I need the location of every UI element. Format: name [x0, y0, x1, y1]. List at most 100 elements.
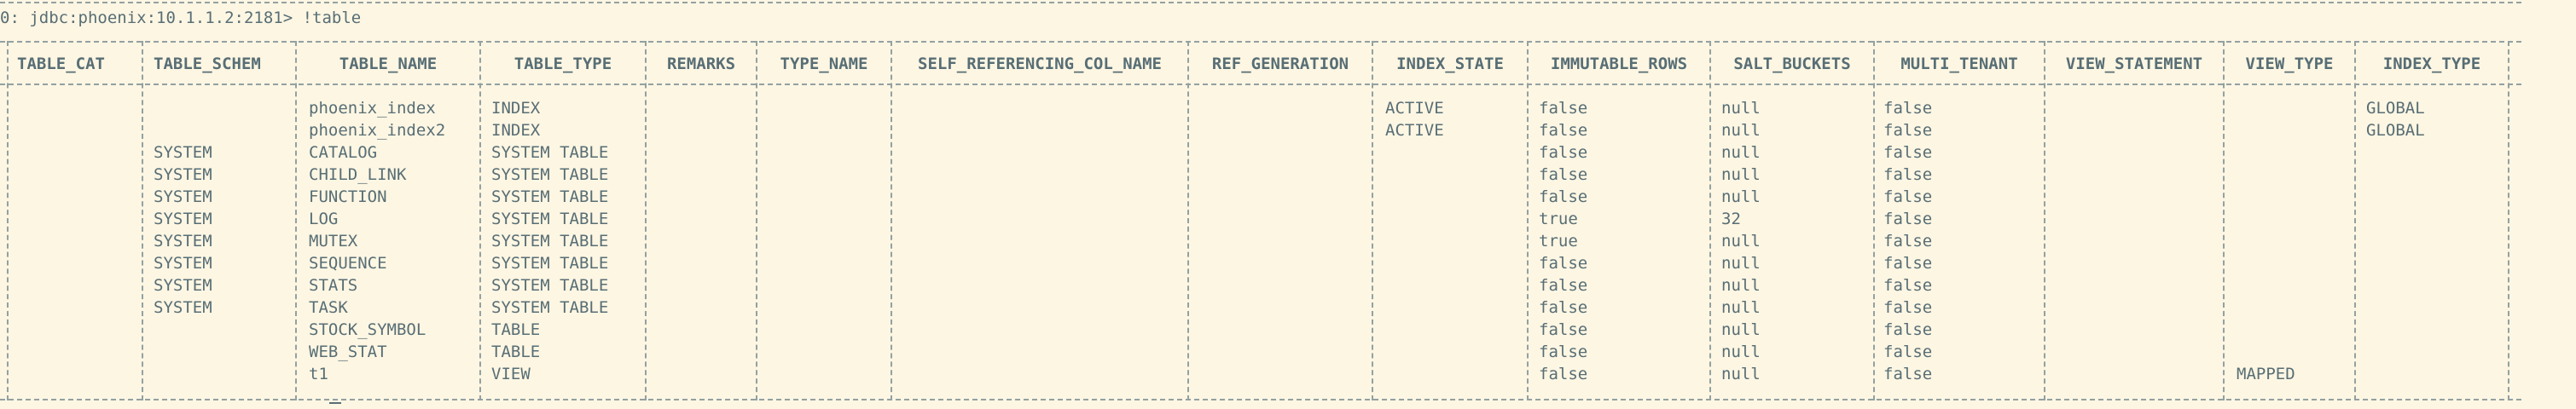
table-cell: false: [1539, 99, 1588, 118]
table-cell: GLOBAL: [2366, 121, 2425, 140]
table-cell: LOG: [309, 210, 339, 228]
table-cell: phoenix_index: [309, 99, 436, 118]
table-cell: t1: [309, 365, 328, 383]
table-cell: false: [1883, 365, 1933, 383]
table-row: phoenix_index2 INDEX ACTIVE false null false G…: [0, 119, 2521, 141]
top-dashed-border: [0, 2, 2521, 3]
table-cell: SYSTEM: [154, 254, 212, 273]
table-row: t1 VIEW false null false MAPPED: [0, 363, 2521, 385]
table-cell: WEB_STAT: [309, 343, 387, 361]
table-cell: false: [1883, 298, 1933, 317]
result-table: TABLE_CAT TABLE_SCHEM TABLE_NAME TABLE_TYPE…: [0, 2, 2521, 402]
header-separator: [0, 84, 2521, 85]
terminal-cursor: [329, 402, 341, 404]
table-cell: SYSTEM TABLE: [491, 165, 609, 184]
table-cell: null: [1721, 343, 1761, 361]
table-cell: SYSTEM: [154, 298, 212, 317]
table-cell: false: [1883, 276, 1933, 295]
table-cell: false: [1883, 165, 1933, 184]
table-bottom-border: [0, 399, 2521, 400]
table-body: phoenix_index INDEX ACTIVE false null false GL…: [0, 97, 2521, 385]
table-cell: false: [1539, 365, 1588, 383]
column-header-table-type: TABLE_TYPE: [513, 55, 612, 73]
table-cell: SYSTEM: [154, 165, 212, 184]
table-cell: MUTEX: [309, 232, 358, 251]
column-header-view-statement: VIEW_STATEMENT: [2065, 55, 2203, 73]
table-cell: false: [1539, 121, 1588, 140]
table-cell: false: [1883, 210, 1933, 228]
table-cell: VIEW: [491, 365, 531, 383]
table-cell: false: [1539, 143, 1588, 162]
table-cell: false: [1539, 298, 1588, 317]
table-row: SYSTEM CATALOG SYSTEM TABLE false null false: [0, 141, 2521, 164]
column-header-table-schem: TABLE_SCHEM: [154, 55, 261, 73]
command-prompt-line: 0: jdbc:phoenix:10.1.1.2:2181> !table: [0, 9, 362, 27]
table-cell: false: [1539, 254, 1588, 273]
table-cell: false: [1883, 232, 1933, 251]
table-cell: false: [1883, 343, 1933, 361]
table-cell: MAPPED: [2237, 365, 2295, 383]
table-cell: SYSTEM: [154, 210, 212, 228]
table-cell: ACTIVE: [1385, 121, 1444, 140]
table-cell: SYSTEM: [154, 232, 212, 251]
table-cell: INDEX: [491, 99, 541, 118]
column-header-type-name: TYPE_NAME: [780, 55, 868, 73]
column-header-index-type: INDEX_TYPE: [2382, 55, 2481, 73]
column-header-index-state: INDEX_STATE: [1396, 55, 1504, 73]
table-cell: SYSTEM TABLE: [491, 254, 609, 273]
table-cell: SYSTEM TABLE: [491, 232, 609, 251]
column-header-self-referencing-col-name: SELF_REFERENCING_COL_NAME: [918, 55, 1162, 73]
terminal-window[interactable]: 0: jdbc:phoenix:10.1.1.2:2181> !table TA…: [0, 0, 2576, 409]
table-cell: SEQUENCE: [309, 254, 387, 273]
table-row: SYSTEM STATS SYSTEM TABLE false null false: [0, 274, 2521, 297]
table-cell: null: [1721, 298, 1761, 317]
table-cell: SYSTEM TABLE: [491, 210, 609, 228]
table-cell: null: [1721, 99, 1761, 118]
table-cell: false: [1883, 187, 1933, 206]
table-cell: null: [1721, 187, 1761, 206]
column-header-view-type: VIEW_TYPE: [2245, 55, 2334, 73]
table-row: SYSTEM CHILD_LINK SYSTEM TABLE false null fal…: [0, 164, 2521, 186]
column-header-table-cat: TABLE_CAT: [17, 55, 105, 73]
table-row: STOCK_SYMBOL TABLE false null false: [0, 319, 2521, 341]
table-cell: STATS: [309, 276, 358, 295]
table-cell: SYSTEM: [154, 187, 212, 206]
table-cell: null: [1721, 254, 1761, 273]
table-cell: null: [1721, 121, 1761, 140]
table-cell: true: [1539, 232, 1578, 251]
table-cell: CHILD_LINK: [309, 165, 407, 184]
table-cell: true: [1539, 210, 1578, 228]
table-cell: false: [1883, 320, 1933, 339]
table-cell: false: [1539, 187, 1588, 206]
table-cell: TABLE: [491, 343, 541, 361]
table-cell: ACTIVE: [1385, 99, 1444, 118]
table-cell: false: [1539, 276, 1588, 295]
table-cell: null: [1721, 232, 1761, 251]
table-cell: null: [1721, 365, 1761, 383]
table-row: SYSTEM TASK SYSTEM TABLE false null false: [0, 297, 2521, 319]
table-row: SYSTEM FUNCTION SYSTEM TABLE false null false: [0, 186, 2521, 208]
column-header-ref-generation: REF_GENERATION: [1211, 55, 1349, 73]
table-cell: INDEX: [491, 121, 541, 140]
table-cell: GLOBAL: [2366, 99, 2425, 118]
table-row: SYSTEM LOG SYSTEM TABLE true 32 false: [0, 208, 2521, 230]
table-cell: SYSTEM: [154, 276, 212, 295]
table-cell: 32: [1721, 210, 1741, 228]
table-cell: TASK: [309, 298, 348, 317]
table-cell: SYSTEM TABLE: [491, 187, 609, 206]
table-row: phoenix_index INDEX ACTIVE false null false GL…: [0, 97, 2521, 119]
table-cell: null: [1721, 165, 1761, 184]
table-cell: SYSTEM TABLE: [491, 298, 609, 317]
table-cell: false: [1539, 165, 1588, 184]
table-cell: false: [1883, 254, 1933, 273]
table-cell: TABLE: [491, 320, 541, 339]
column-header-remarks: REMARKS: [666, 55, 736, 73]
column-header-salt-buckets: SALT_BUCKETS: [1733, 55, 1851, 73]
table-cell: null: [1721, 320, 1761, 339]
table-cell: STOCK_SYMBOL: [309, 320, 426, 339]
table-cell: false: [1539, 320, 1588, 339]
table-cell: false: [1539, 343, 1588, 361]
table-cell: null: [1721, 276, 1761, 295]
table-cell: false: [1883, 143, 1933, 162]
table-cell: SYSTEM: [154, 143, 212, 162]
